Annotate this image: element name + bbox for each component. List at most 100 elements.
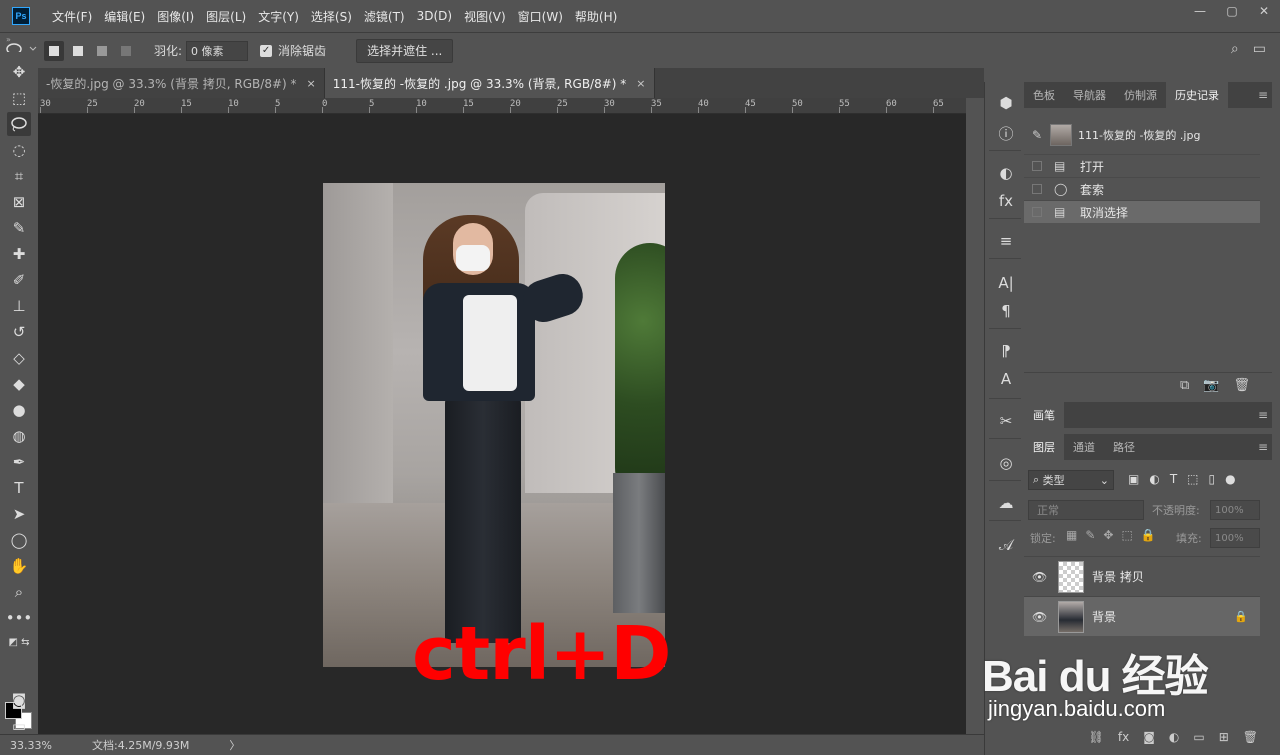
menu-window[interactable]: 窗口(W) xyxy=(512,8,569,25)
lock-image-icon[interactable]: ✎ xyxy=(1085,528,1095,542)
more-tools-icon[interactable]: ••• xyxy=(6,606,33,630)
tab-doc-2[interactable]: 111-恢复的 -恢复的 .jpg @ 33.3% (背景, RGB/8#) *… xyxy=(324,68,655,98)
new-layer-icon[interactable]: ⊞ xyxy=(1219,730,1229,744)
menu-file[interactable]: 文件(F) xyxy=(46,8,98,25)
antialias-checkbox[interactable]: ✓ xyxy=(260,44,273,57)
properties-panel-icon[interactable]: ◎ xyxy=(995,452,1017,474)
tab-clone-source[interactable]: 仿制源 xyxy=(1115,82,1166,108)
layer-style-icon[interactable]: fx xyxy=(1118,730,1129,744)
workspace-icon[interactable]: ▭ xyxy=(1253,41,1266,57)
visibility-eye-icon[interactable]: 👁 xyxy=(1032,570,1047,584)
menu-help[interactable]: 帮助(H) xyxy=(569,8,623,25)
add-selection-button[interactable] xyxy=(68,41,88,61)
dodge-tool-icon[interactable]: ◍ xyxy=(7,424,31,448)
collapse-arrows-icon[interactable]: » xyxy=(6,35,11,44)
quick-select-tool-icon[interactable]: ◌ xyxy=(7,138,31,162)
paint-bucket-tool-icon[interactable]: ◆ xyxy=(7,372,31,396)
lasso-tool-icon[interactable] xyxy=(7,112,31,136)
document-image[interactable] xyxy=(323,183,665,667)
layer-name[interactable]: 背景 拷贝 xyxy=(1092,568,1144,585)
opacity-input[interactable]: 100% xyxy=(1210,500,1260,520)
lock-position-icon[interactable]: ✥ xyxy=(1103,528,1113,542)
shape-layer-filter-icon[interactable]: ⬚ xyxy=(1187,472,1198,486)
layer-row-selected[interactable]: 👁 背景 🔒 xyxy=(1024,596,1260,636)
vertical-scrollbar[interactable] xyxy=(966,98,984,734)
character-panel-icon[interactable]: A| xyxy=(995,272,1017,294)
smart-object-filter-icon[interactable]: ▯ xyxy=(1209,472,1216,486)
new-adjustment-icon[interactable]: ◐ xyxy=(1169,730,1179,744)
swap-colors-icon[interactable]: ◩ ⇆ xyxy=(7,630,31,654)
zoom-tool-icon[interactable]: ⌕ xyxy=(7,580,31,604)
lock-all-icon[interactable]: 🔒 xyxy=(1141,528,1156,542)
brush-tool-icon[interactable]: ✐ xyxy=(7,268,31,292)
add-mask-icon[interactable]: ◙ xyxy=(1143,730,1155,744)
subtract-selection-button[interactable] xyxy=(92,41,112,61)
layer-filter-select[interactable]: ⌕ 类型 ⌄ xyxy=(1028,470,1114,490)
hand-tool-icon[interactable]: ✋ xyxy=(7,554,31,578)
minimize-button[interactable]: — xyxy=(1184,0,1216,22)
zoom-level[interactable]: 33.33% xyxy=(10,739,90,752)
styles-panel-icon[interactable]: fx xyxy=(995,190,1017,212)
lock-transparent-icon[interactable]: ▦ xyxy=(1066,528,1077,542)
tab-history[interactable]: 历史记录 xyxy=(1166,82,1228,108)
close-window-button[interactable]: ✕ xyxy=(1248,0,1280,22)
close-tab-icon[interactable]: × xyxy=(636,77,645,90)
3d-panel-icon[interactable]: ⬢ xyxy=(995,92,1017,114)
new-group-icon[interactable]: ▭ xyxy=(1193,730,1204,744)
layer-row[interactable]: 👁 背景 拷贝 xyxy=(1024,556,1260,596)
glyphs-panel-icon[interactable]: 𝒜 xyxy=(995,534,1017,556)
maximize-button[interactable]: ▢ xyxy=(1216,0,1248,22)
blur-tool-icon[interactable]: ● xyxy=(7,398,31,422)
new-document-from-state-icon[interactable]: ⧉ xyxy=(1180,378,1189,393)
filter-toggle-icon[interactable]: ● xyxy=(1225,472,1235,486)
move-tool-icon[interactable]: ✥ xyxy=(7,60,31,84)
blend-mode-select[interactable]: 正常 xyxy=(1028,500,1144,520)
tab-brushes[interactable]: 画笔 xyxy=(1024,402,1064,428)
new-snapshot-icon[interactable]: 📷 xyxy=(1203,378,1219,393)
quick-mask-icon[interactable]: ◙ xyxy=(7,688,31,712)
history-step[interactable]: ◯ 套索 xyxy=(1024,177,1260,200)
layer-name[interactable]: 背景 xyxy=(1092,608,1116,625)
frame-tool-icon[interactable]: ⊠ xyxy=(7,190,31,214)
history-snapshot[interactable]: ✎ 111-恢复的 -恢复的 .jpg xyxy=(1024,118,1260,152)
menu-image[interactable]: 图像(I) xyxy=(151,8,200,25)
libraries-panel-icon[interactable]: ☁ xyxy=(995,492,1017,514)
tab-layers[interactable]: 图层 xyxy=(1024,434,1064,460)
clone-stamp-tool-icon[interactable]: ⊥ xyxy=(7,294,31,318)
menu-layer[interactable]: 图层(L) xyxy=(200,8,252,25)
status-menu-arrow-icon[interactable]: 〉 xyxy=(229,737,240,753)
fill-input[interactable]: 100% xyxy=(1210,528,1260,548)
paragraph-styles-panel-icon[interactable]: ⁋ xyxy=(995,340,1017,362)
panel-menu-icon[interactable]: ≡ xyxy=(1258,408,1268,422)
info-panel-icon[interactable]: ⓘ xyxy=(995,122,1017,144)
tool-presets-panel-icon[interactable]: ✂ xyxy=(995,410,1017,432)
lock-artboard-icon[interactable]: ⬚ xyxy=(1121,528,1132,542)
menu-3d[interactable]: 3D(D) xyxy=(411,9,458,23)
paragraph-panel-icon[interactable]: ¶ xyxy=(995,300,1017,322)
tab-navigator[interactable]: 导航器 xyxy=(1064,82,1115,108)
path-selection-tool-icon[interactable]: ➤ xyxy=(7,502,31,526)
history-source-box[interactable] xyxy=(1032,207,1042,217)
tab-channels[interactable]: 通道 xyxy=(1064,434,1104,460)
tab-swatches[interactable]: 色板 xyxy=(1024,82,1064,108)
eraser-tool-icon[interactable]: ◇ xyxy=(7,346,31,370)
adjustment-layer-filter-icon[interactable]: ◐ xyxy=(1149,472,1159,486)
tab-paths[interactable]: 路径 xyxy=(1104,434,1144,460)
history-step[interactable]: ▤ 打开 xyxy=(1024,154,1260,177)
history-source-box[interactable] xyxy=(1032,184,1042,194)
character-styles-panel-icon[interactable]: A xyxy=(995,368,1017,390)
intersect-selection-button[interactable] xyxy=(116,41,136,61)
type-tool-icon[interactable]: T xyxy=(7,476,31,500)
marquee-tool-icon[interactable]: ⬚ xyxy=(7,86,31,110)
delete-state-icon[interactable]: 🗑 xyxy=(1233,378,1250,393)
eyedropper-tool-icon[interactable]: ✎ xyxy=(7,216,31,240)
crop-tool-icon[interactable]: ⌗ xyxy=(7,164,31,188)
visibility-eye-icon[interactable]: 👁 xyxy=(1032,610,1047,624)
menu-type[interactable]: 文字(Y) xyxy=(252,8,305,25)
menu-view[interactable]: 视图(V) xyxy=(458,8,512,25)
history-source-box[interactable] xyxy=(1032,161,1042,171)
type-layer-filter-icon[interactable]: T xyxy=(1170,472,1177,486)
history-brush-source-icon[interactable]: ✎ xyxy=(1032,128,1042,142)
history-step-selected[interactable]: ▤ 取消选择 xyxy=(1024,200,1260,223)
lock-icon[interactable]: 🔒 xyxy=(1234,610,1248,623)
